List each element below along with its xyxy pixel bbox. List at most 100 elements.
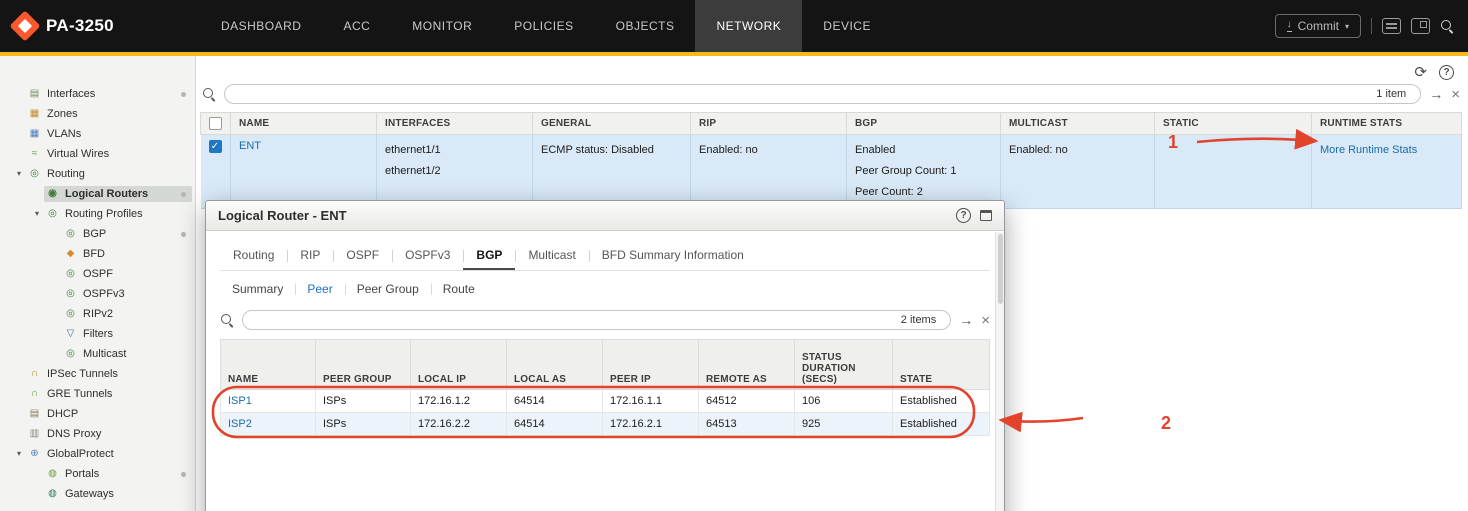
dialog-tab-bgp[interactable]: BGP: [463, 241, 515, 270]
help-icon[interactable]: ?: [956, 208, 971, 223]
sidebar-item-zones[interactable]: ▾ ▦ Zones: [0, 104, 195, 124]
column-header-peer-ip[interactable]: PEER IP: [603, 340, 699, 390]
dialog-subtab-summary[interactable]: Summary: [220, 277, 295, 301]
rip-cell: Enabled: no: [691, 135, 847, 209]
column-header-rip[interactable]: RIP: [691, 113, 847, 135]
sidebar-item-gateways[interactable]: ▾ ◍ Gateways: [0, 484, 195, 504]
column-header-interfaces[interactable]: INTERFACES: [377, 113, 533, 135]
nav-tab-acc[interactable]: ACC: [322, 0, 391, 52]
sidebar-item-bfd[interactable]: ▾ ◆ BFD: [0, 244, 195, 264]
sidebar-item-label: BFD: [83, 248, 105, 260]
ripv2-icon: ◎: [64, 309, 77, 319]
peer-row-isp2[interactable]: ISP2 ISPs 172.16.2.2 64514 172.16.2.1 64…: [221, 413, 990, 436]
more-runtime-stats-link[interactable]: More Runtime Stats: [1320, 144, 1417, 156]
sidebar-item-ospf[interactable]: ▾ ◎ OSPF: [0, 264, 195, 284]
sidebar-item-routing-profiles[interactable]: ▾ ◎ Routing Profiles: [0, 204, 195, 224]
sidebar-item-portals[interactable]: ▾ ◍ Portals: [0, 464, 195, 484]
column-header-name[interactable]: NAME: [221, 340, 316, 390]
virtual-wires-icon: ≈: [28, 149, 41, 159]
dialog-scrollbar[interactable]: [995, 232, 1004, 511]
sidebar-item-logical-routers[interactable]: ▾ ◉ Logical Routers: [0, 184, 195, 204]
chevron-down-icon[interactable]: ▾: [30, 210, 44, 218]
dialog-subtab-route[interactable]: Route: [431, 277, 487, 301]
dialog-tab-rip[interactable]: RIP: [287, 241, 333, 270]
peer-row-isp1[interactable]: ISP1 ISPs 172.16.1.2 64514 172.16.1.1 64…: [221, 390, 990, 413]
dialog-tab-multicast[interactable]: Multicast: [515, 241, 588, 270]
refresh-icon[interactable]: ⟳: [1414, 65, 1427, 80]
sidebar-item-ripv2[interactable]: ▾ ◎ RIPv2: [0, 304, 195, 324]
bgp-icon: ◎: [64, 229, 77, 239]
tasks-icon[interactable]: [1382, 18, 1401, 34]
sidebar-item-filters[interactable]: ▾ ▽ Filters: [0, 324, 195, 344]
sidebar-item-routing[interactable]: ▾ ◎ Routing: [0, 164, 195, 184]
dialog-tab-bfd-summary-information[interactable]: BFD Summary Information: [589, 241, 757, 270]
column-header-bgp[interactable]: BGP: [847, 113, 1001, 135]
sidebar-item-multicast[interactable]: ▾ ◎ Multicast: [0, 344, 195, 364]
local-as-cell: 64514: [507, 413, 603, 436]
peer-name-link[interactable]: ISP2: [228, 418, 252, 430]
nav-tab-monitor[interactable]: MONITOR: [391, 0, 493, 52]
nav-tab-policies[interactable]: POLICIES: [493, 0, 594, 52]
nav-tab-device[interactable]: DEVICE: [802, 0, 892, 52]
chevron-down-icon[interactable]: ▾: [12, 450, 26, 458]
search-input[interactable]: 1 item: [224, 84, 1421, 104]
column-header-local-as[interactable]: LOCAL AS: [507, 340, 603, 390]
sidebar-item-gre-tunnels[interactable]: ▾ ∩ GRE Tunnels: [0, 384, 195, 404]
help-icon[interactable]: ?: [1439, 65, 1454, 80]
nav-tab-dashboard[interactable]: DASHBOARD: [200, 0, 323, 52]
dialog-tab-ospfv3[interactable]: OSPFv3: [392, 241, 463, 270]
table-header-row: NAMEINTERFACESGENERALRIPBGPMULTICASTSTAT…: [201, 113, 1462, 135]
sidebar-item-ospfv3[interactable]: ▾ ◎ OSPFv3: [0, 284, 195, 304]
row-checkbox[interactable]: ✓: [209, 140, 222, 153]
table-row-ent[interactable]: ✓ ENT ethernet1/1ethernet1/2 ECMP status…: [201, 135, 1462, 209]
column-header-static[interactable]: STATIC: [1155, 113, 1312, 135]
status-duration-cell: 106: [795, 390, 893, 413]
top-nav-bar: PA-3250 DASHBOARD ACC MONITOR POLICIES O…: [0, 0, 1468, 52]
dialog-subtab-peer[interactable]: Peer: [295, 277, 344, 301]
logical-routers-icon: ◉: [46, 189, 59, 199]
globalprotect-icon: ⊕: [28, 449, 41, 459]
dialog-subtab-peer-group[interactable]: Peer Group: [345, 277, 431, 301]
search-icon[interactable]: [220, 313, 234, 327]
clear-filter-icon[interactable]: ×: [981, 313, 990, 328]
peer-group-cell: ISPs: [316, 390, 411, 413]
remote-as-cell: 64513: [699, 413, 795, 436]
column-header-general[interactable]: GENERAL: [533, 113, 691, 135]
sidebar-item-globalprotect[interactable]: ▾ ⊕ GlobalProtect: [0, 444, 195, 464]
bgp-status-line: Peer Group Count: 1: [855, 161, 992, 182]
bfd-icon: ◆: [64, 249, 77, 259]
nav-tab-network[interactable]: NETWORK: [695, 0, 802, 52]
column-header-runtime-stats[interactable]: RUNTIME STATS: [1312, 113, 1462, 135]
column-header-local-ip[interactable]: LOCAL IP: [411, 340, 507, 390]
column-header-status-duration-secs[interactable]: STATUS DURATION (SECS): [795, 340, 893, 390]
sidebar-item-label: RIPv2: [83, 308, 113, 320]
sidebar-item-ipsec-tunnels[interactable]: ▾ ∩ IPSec Tunnels: [0, 364, 195, 384]
dialog-tab-routing[interactable]: Routing: [220, 241, 287, 270]
search-icon[interactable]: [1440, 19, 1454, 33]
chevron-down-icon[interactable]: ▾: [12, 170, 26, 178]
maximize-icon[interactable]: [980, 210, 992, 221]
popout-window-icon[interactable]: [1411, 18, 1430, 34]
sidebar-item-bgp[interactable]: ▾ ◎ BGP: [0, 224, 195, 244]
sidebar-item-interfaces[interactable]: ▾ ▤ Interfaces: [0, 84, 195, 104]
dialog-search-input[interactable]: 2 items: [242, 310, 951, 330]
router-name-link[interactable]: ENT: [239, 140, 261, 152]
column-header-name[interactable]: NAME: [231, 113, 377, 135]
column-header-state[interactable]: STATE: [893, 340, 990, 390]
select-all-checkbox[interactable]: [209, 117, 222, 130]
commit-button[interactable]: ↓ Commit ▾: [1275, 14, 1361, 38]
peer-name-link[interactable]: ISP1: [228, 395, 252, 407]
column-header-peer-group[interactable]: PEER GROUP: [316, 340, 411, 390]
nav-tab-objects[interactable]: OBJECTS: [595, 0, 696, 52]
clear-filter-icon[interactable]: ×: [1451, 87, 1460, 102]
sidebar-item-dhcp[interactable]: ▾ ▤ DHCP: [0, 404, 195, 424]
move-right-icon[interactable]: →: [1429, 87, 1443, 101]
move-right-icon[interactable]: →: [959, 313, 973, 327]
dialog-tab-ospf[interactable]: OSPF: [333, 241, 392, 270]
column-header-remote-as[interactable]: REMOTE AS: [699, 340, 795, 390]
sidebar-item-dns-proxy[interactable]: ▾ ▥ DNS Proxy: [0, 424, 195, 444]
column-header-multicast[interactable]: MULTICAST: [1001, 113, 1155, 135]
sidebar-item-vlans[interactable]: ▾ ▦ VLANs: [0, 124, 195, 144]
search-icon[interactable]: [202, 87, 216, 101]
sidebar-item-virtual-wires[interactable]: ▾ ≈ Virtual Wires: [0, 144, 195, 164]
